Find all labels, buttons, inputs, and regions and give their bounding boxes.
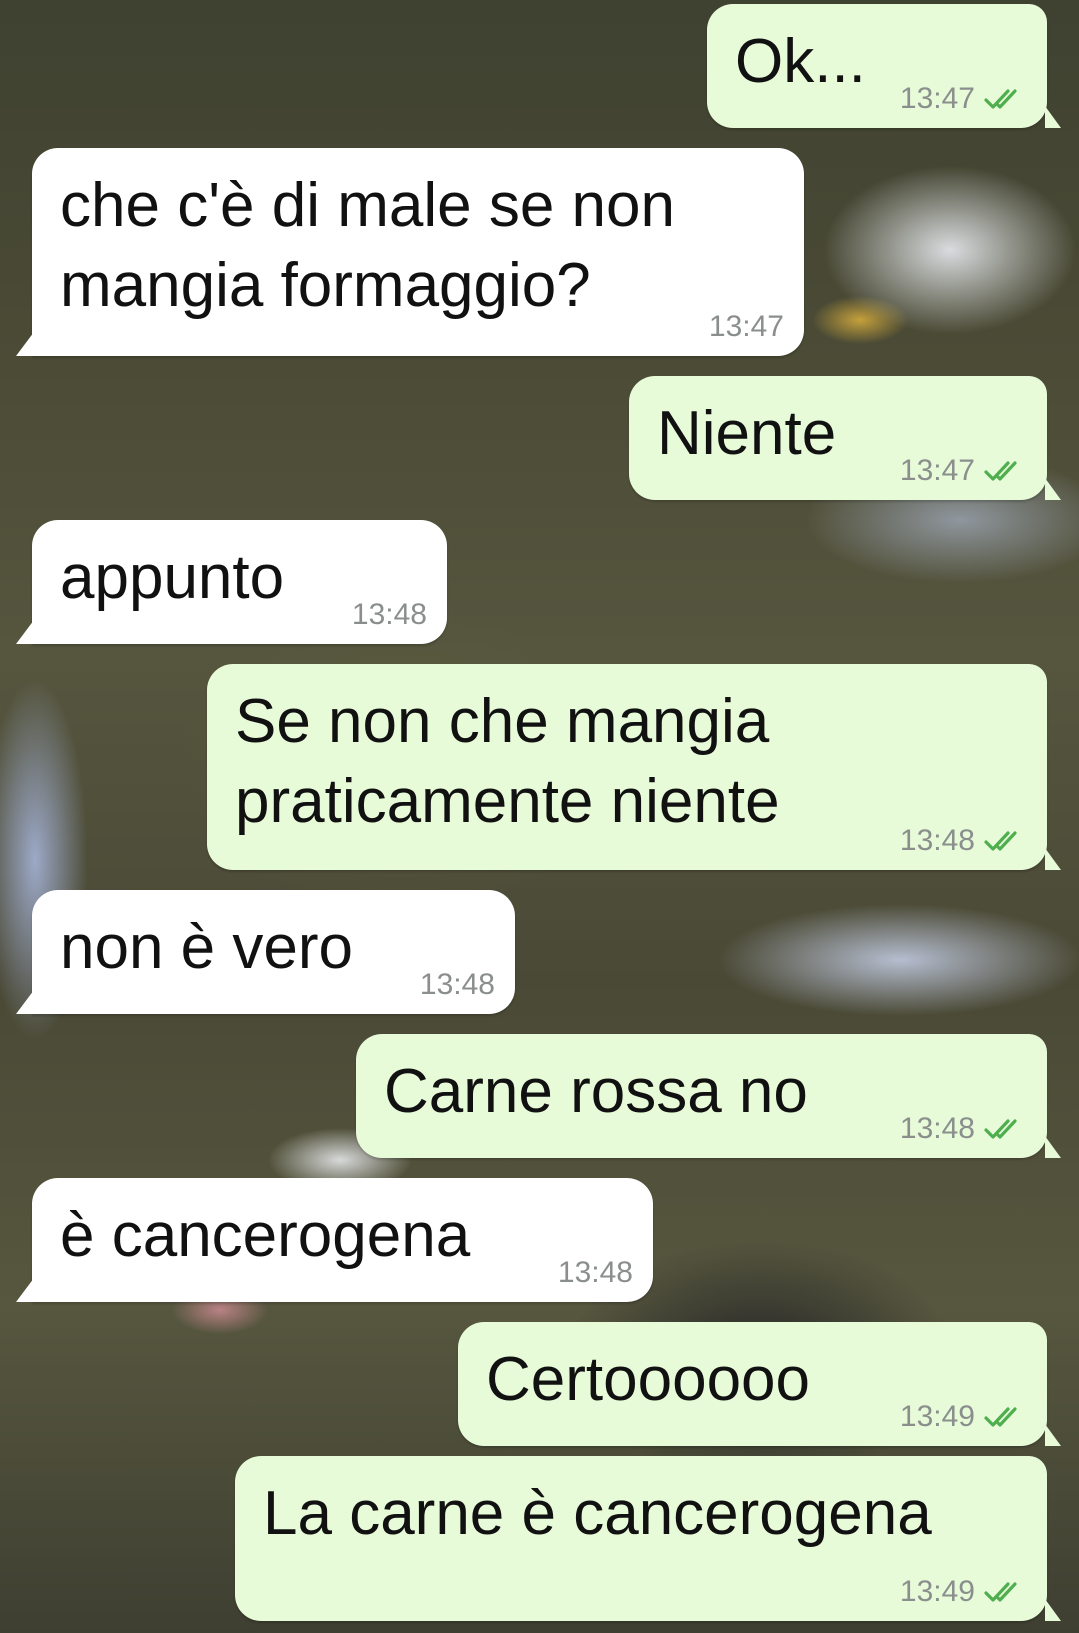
message-time: 13:49 (899, 1400, 975, 1433)
message-time: 13:48 (419, 968, 495, 1001)
message-meta: 13:49 (900, 1400, 1027, 1434)
message-bubble-outgoing[interactable]: Certoooooo 13:49 (458, 1322, 1061, 1446)
read-double-check-icon (984, 89, 1017, 109)
message-meta: 13:47 (709, 310, 784, 344)
message-meta: 13:48 (352, 598, 427, 632)
message-bubble-outgoing[interactable]: Niente 13:47 (629, 376, 1061, 500)
message-text: Certoooooo (486, 1345, 811, 1414)
message-bubble-incoming[interactable]: che c'è di male se non mangia formaggio?… (16, 148, 804, 356)
read-double-check-icon (984, 1407, 1017, 1427)
message-time: 13:47 (899, 82, 975, 115)
message-text: che c'è di male se non mangia formaggio? (60, 171, 675, 320)
chat-message-list: Ok... 13:47 che c'è di male se non mangi… (0, 0, 1079, 1633)
message-text: Carne rossa no (384, 1057, 808, 1126)
read-double-check-icon (984, 1119, 1017, 1139)
message-text: Ok... (735, 27, 866, 96)
message-text: Niente (657, 399, 837, 468)
message-meta: 13:47 (900, 454, 1027, 488)
message-meta: 13:49 (900, 1575, 1027, 1609)
message-meta: 13:48 (900, 824, 1027, 858)
message-meta: 13:47 (900, 82, 1027, 116)
message-bubble-outgoing[interactable]: Carne rossa no 13:48 (356, 1034, 1061, 1158)
message-bubble-outgoing[interactable]: Ok... 13:47 (707, 4, 1061, 128)
message-bubble-incoming[interactable]: non è vero 13:48 (16, 890, 515, 1014)
message-time: 13:49 (899, 1575, 975, 1608)
message-bubble-incoming[interactable]: appunto 13:48 (16, 520, 447, 644)
message-meta: 13:48 (900, 1112, 1027, 1146)
read-double-check-icon (984, 461, 1017, 481)
message-bubble-incoming[interactable]: è cancerogena 13:48 (16, 1178, 653, 1302)
message-bubble-outgoing[interactable]: Se non che mangia praticamente niente 13… (207, 664, 1061, 870)
message-text: Se non che mangia praticamente niente (235, 687, 780, 836)
read-double-check-icon (984, 1582, 1017, 1602)
message-bubble-outgoing[interactable]: La carne è cancerogena 13:49 (235, 1456, 1061, 1621)
message-time: 13:48 (557, 1256, 633, 1289)
message-time: 13:47 (899, 454, 975, 487)
message-text: è cancerogena (60, 1201, 471, 1270)
message-time: 13:48 (899, 1112, 975, 1145)
message-text: appunto (60, 543, 285, 612)
message-text: non è vero (60, 913, 353, 982)
read-double-check-icon (984, 831, 1017, 851)
message-text: La carne è cancerogena (263, 1479, 932, 1548)
message-meta: 13:48 (420, 968, 495, 1002)
message-time: 13:47 (708, 310, 784, 343)
message-time: 13:48 (351, 598, 427, 631)
message-time: 13:48 (899, 824, 975, 857)
message-meta: 13:48 (558, 1256, 633, 1290)
